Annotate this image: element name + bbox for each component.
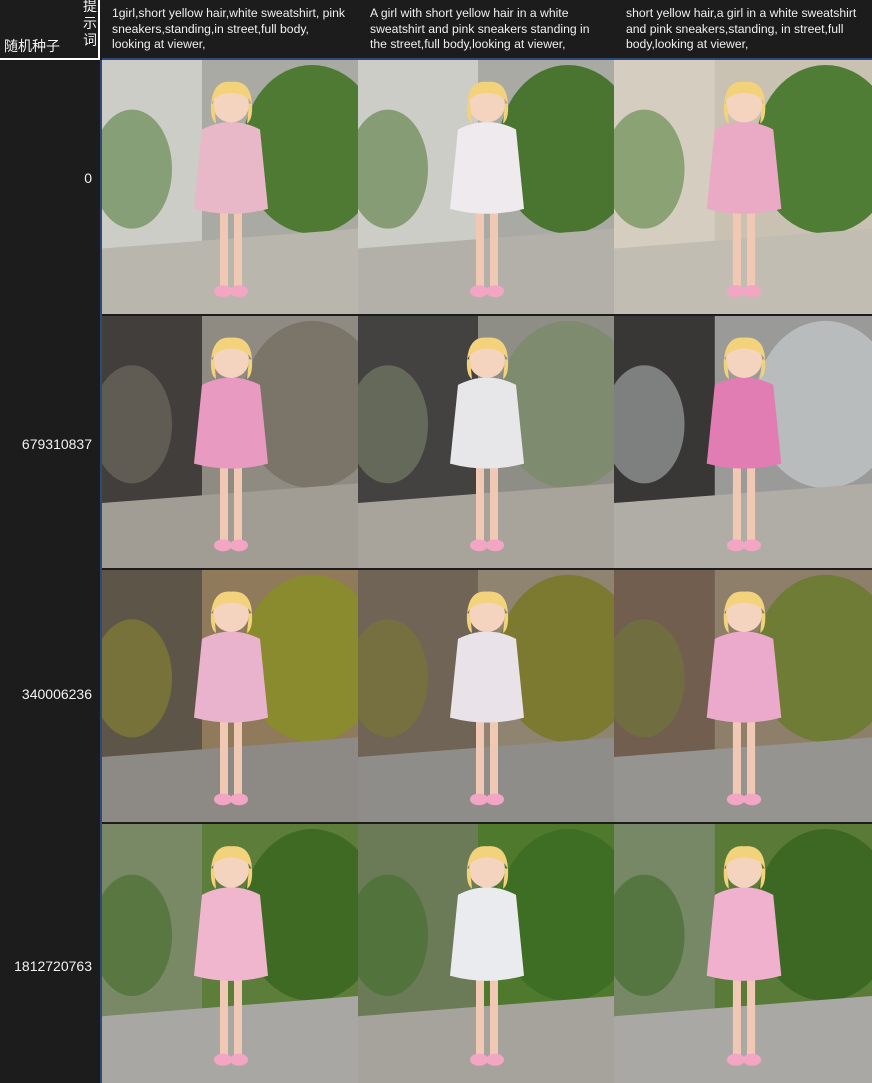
corner-header: 随机种子 提示词 (0, 0, 102, 60)
generated-image-girl-pink-hoodie-by-dark-storefront[interactable] (614, 316, 872, 568)
seed-label-row-2: 679310837 (21, 436, 92, 452)
seed-label-row-4: 1812720763 (14, 958, 92, 974)
generated-image-girl-white-hoodie-on-tree-lined-street[interactable] (358, 570, 614, 822)
prompt-header-2: A girl with short yellow hair in a white… (370, 6, 590, 51)
prompt-header-1: 1girl,short yellow hair,white sweatshirt… (112, 6, 346, 51)
generated-image-girl-pink-hoodie-on-leafy-path-2[interactable] (614, 824, 872, 1083)
generated-image-girl-pink-hoodie-on-city-sidewalk[interactable] (614, 570, 872, 822)
corner-divider-h (0, 58, 100, 60)
generated-image-girl-pink-hoodie-on-tree-lined-street[interactable] (102, 570, 358, 822)
generated-image-girl-white-hoodie-by-glass-storefront[interactable] (358, 316, 614, 568)
generated-image-girl-pink-hoodie-on-leafy-path[interactable] (102, 824, 358, 1083)
seed-axis-label: 随机种子 (2, 36, 62, 56)
generated-image-girl-white-hoodie-by-grey-wall-with-hedge[interactable] (358, 60, 614, 314)
seed-label-row-3: 340006236 (21, 686, 92, 702)
prompt-header-3: short yellow hair,a girl in a white swea… (626, 6, 857, 51)
corner-divider-v (98, 0, 100, 60)
generated-image-girl-white-hoodie-by-ivy-wall[interactable] (358, 824, 614, 1083)
generated-image-girl-pink-hoodie-on-sunny-alley[interactable] (614, 60, 872, 314)
prompt-axis-label: 提示词 (83, 0, 97, 48)
generated-image-girl-pink-hoodie-by-grey-wall-with-hedge[interactable] (102, 60, 358, 314)
generated-image-girl-pink-hoodie-by-glass-storefront[interactable] (102, 316, 358, 568)
seed-label-row-1: 0 (84, 170, 92, 186)
